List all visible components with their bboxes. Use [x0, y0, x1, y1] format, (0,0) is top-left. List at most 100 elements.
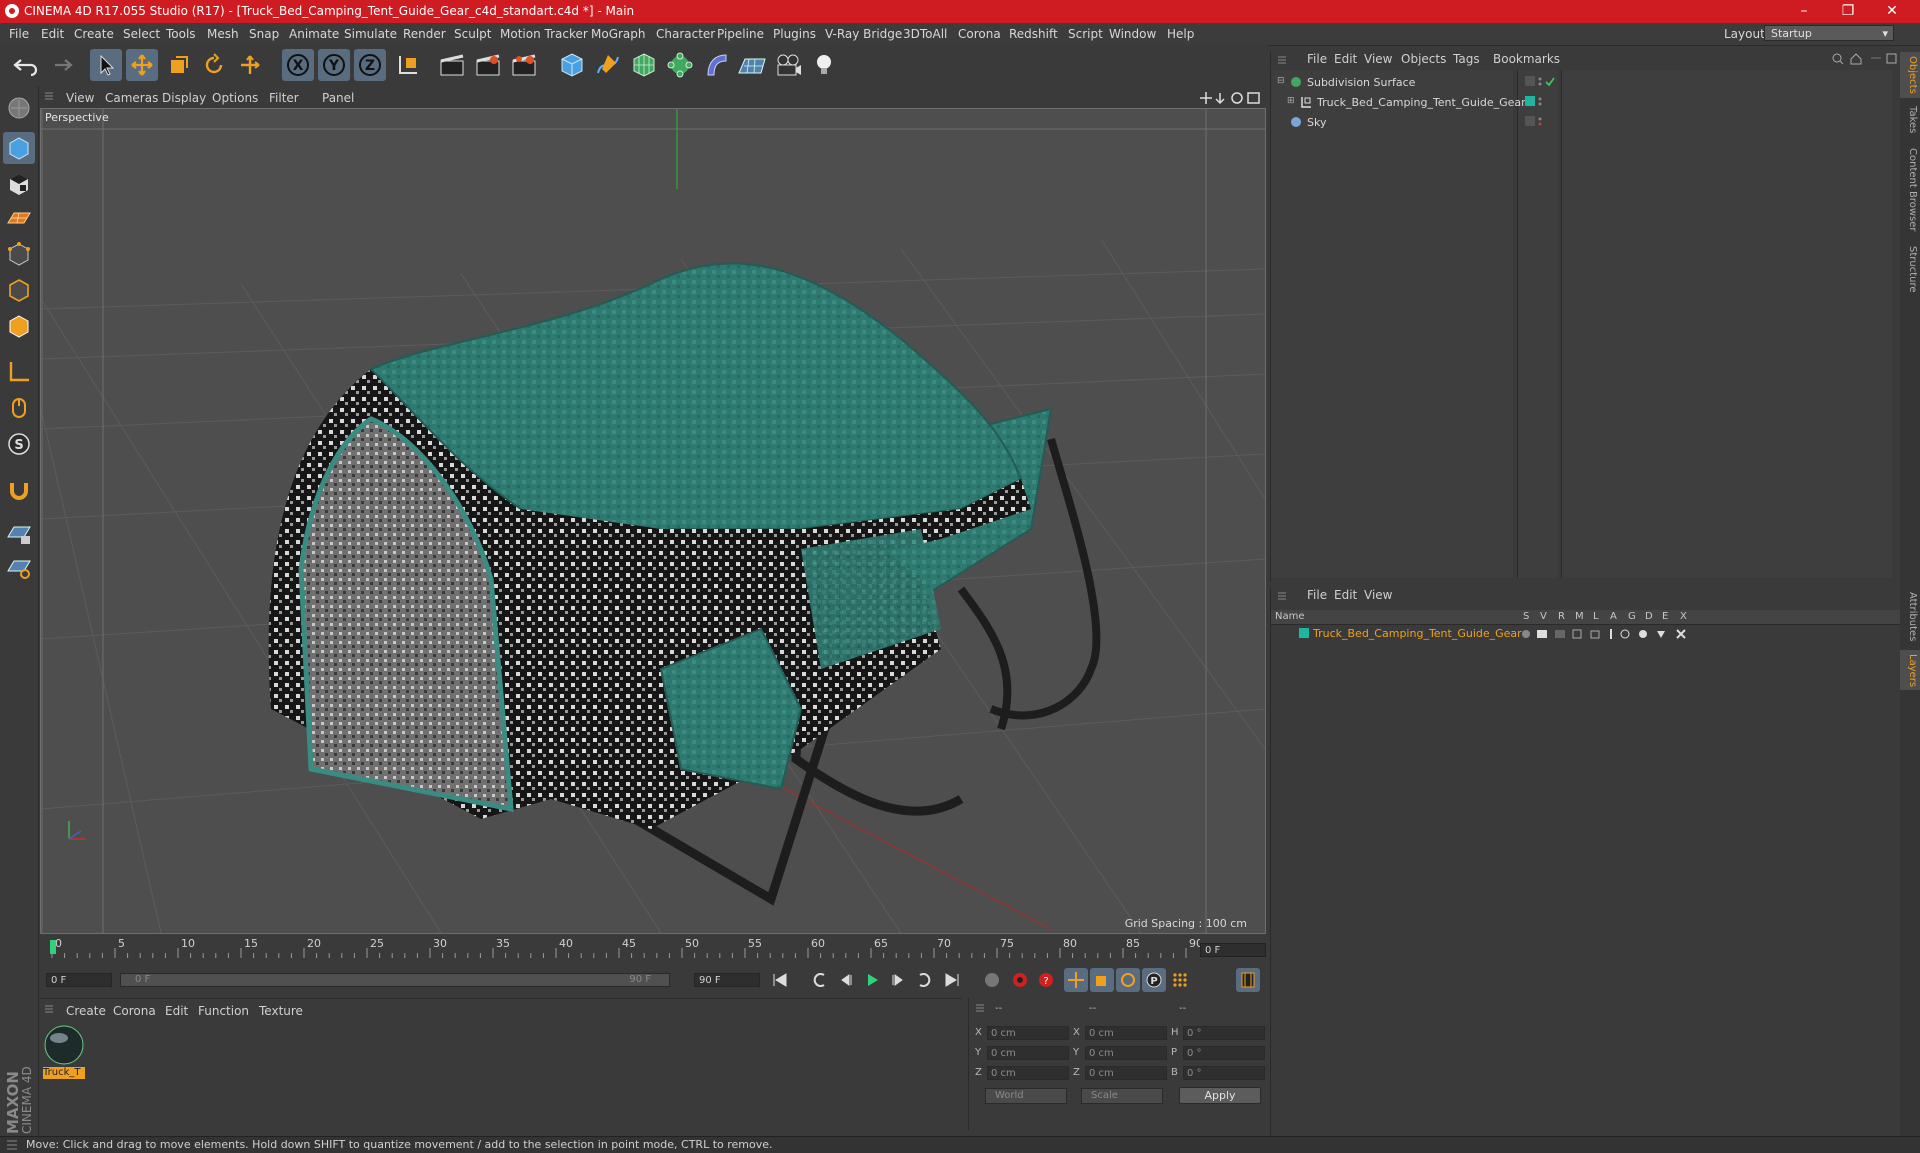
- rotate-tool-button[interactable]: [198, 49, 230, 81]
- cube-object-button[interactable]: [556, 49, 588, 81]
- viewport-menu-filter[interactable]: Filter: [269, 91, 299, 105]
- menu-vray-bridge[interactable]: V-Ray Bridge: [825, 27, 902, 41]
- object-menu-objects[interactable]: Objects: [1401, 52, 1446, 70]
- deformer-button[interactable]: [700, 49, 732, 81]
- rot-h-field[interactable]: 0 °: [1183, 1026, 1265, 1040]
- end-frame-field[interactable]: 90 F: [694, 973, 760, 987]
- menu-script[interactable]: Script: [1068, 27, 1103, 41]
- floor-button[interactable]: [736, 49, 768, 81]
- tab-layers[interactable]: Layers: [1902, 654, 1918, 687]
- menu-window[interactable]: Window: [1109, 27, 1156, 41]
- y-axis-lock-button[interactable]: Y: [318, 49, 350, 81]
- texture-mode-button[interactable]: [3, 168, 35, 200]
- menu-render[interactable]: Render: [403, 27, 446, 41]
- pos-x-field[interactable]: 0 cm: [987, 1026, 1069, 1040]
- snap-button[interactable]: S: [3, 428, 35, 460]
- material-menu-create[interactable]: Create: [66, 1004, 106, 1018]
- menu-tools[interactable]: Tools: [166, 27, 196, 41]
- redo-button[interactable]: [44, 49, 76, 81]
- spline-pen-button[interactable]: [592, 49, 624, 81]
- material-menu-function[interactable]: Function: [198, 1004, 249, 1018]
- menu-motion-tracker[interactable]: Motion Tracker: [500, 27, 588, 41]
- tab-takes[interactable]: Takes: [1902, 106, 1918, 133]
- object-row-subdivision[interactable]: ⊟ Subdivision Surface: [1273, 74, 1787, 92]
- edges-mode-button[interactable]: [3, 274, 35, 306]
- menu-simulate[interactable]: Simulate: [344, 27, 397, 41]
- menu-select[interactable]: Select: [123, 27, 160, 41]
- layer-menu-file[interactable]: File: [1307, 588, 1327, 606]
- render-region-button[interactable]: [472, 49, 504, 81]
- object-menu-file[interactable]: File: [1307, 52, 1327, 70]
- axis-mode-button[interactable]: [3, 356, 35, 388]
- key-scale-button[interactable]: [1090, 968, 1114, 992]
- close-button[interactable]: ✕: [1870, 1, 1914, 21]
- undo-button[interactable]: [10, 49, 42, 81]
- menu-animate[interactable]: Animate: [289, 27, 339, 41]
- object-toolbar-icons[interactable]: [1831, 52, 1899, 66]
- menu-mograph[interactable]: MoGraph: [591, 27, 646, 41]
- key-pla-button[interactable]: [1168, 968, 1192, 992]
- workplane-mode-button[interactable]: [3, 202, 35, 234]
- size-mode-select[interactable]: Scale: [1081, 1088, 1163, 1104]
- camera-button[interactable]: [772, 49, 804, 81]
- menu-file[interactable]: File: [9, 27, 29, 41]
- size-y-field[interactable]: 0 cm: [1085, 1046, 1167, 1060]
- menu-create[interactable]: Create: [74, 27, 114, 41]
- viewport-menu-options[interactable]: Options: [212, 91, 258, 105]
- pos-z-field[interactable]: 0 cm: [987, 1066, 1069, 1080]
- points-mode-button[interactable]: [3, 238, 35, 270]
- layer-menu-view[interactable]: View: [1364, 588, 1392, 606]
- apply-button[interactable]: Apply: [1179, 1087, 1261, 1104]
- polygons-mode-button[interactable]: [3, 310, 35, 342]
- cloner-button[interactable]: [664, 49, 696, 81]
- key-rotation-button[interactable]: [1116, 968, 1140, 992]
- object-row-tent[interactable]: ⊞ Truck_Bed_Camping_Tent_Guide_Gear: [1273, 94, 1787, 112]
- next-key-button[interactable]: [912, 968, 936, 992]
- goto-end-button[interactable]: [940, 968, 964, 992]
- viewport-nav-icons[interactable]: [1200, 91, 1262, 105]
- menu-3dtoall[interactable]: 3DToAll: [903, 27, 947, 41]
- menu-plugins[interactable]: Plugins: [773, 27, 816, 41]
- timeline-ruler[interactable]: 0 5 10 15 20 25 30 35 40 45 50 55 60 65 70 75 80 85 90: [40, 936, 1266, 960]
- menu-pipeline[interactable]: Pipeline: [717, 27, 764, 41]
- key-parameter-button[interactable]: P: [1142, 968, 1166, 992]
- subdivision-surface-button[interactable]: [628, 49, 660, 81]
- light-button[interactable]: [808, 49, 840, 81]
- menu-corona[interactable]: Corona: [958, 27, 1001, 41]
- motion-record-button[interactable]: [980, 968, 1004, 992]
- viewport-camera-label[interactable]: Perspective: [45, 111, 109, 124]
- tweak-mode-button[interactable]: [3, 392, 35, 424]
- render-view-button[interactable]: [436, 49, 468, 81]
- menu-help[interactable]: Help: [1167, 27, 1194, 41]
- object-row-sky[interactable]: Sky: [1273, 114, 1787, 132]
- menu-edit[interactable]: Edit: [41, 27, 64, 41]
- rot-b-field[interactable]: 0 °: [1183, 1066, 1265, 1080]
- size-x-field[interactable]: 0 cm: [1085, 1026, 1167, 1040]
- layer-color-swatch[interactable]: [1299, 628, 1309, 638]
- grid-snap-button[interactable]: [3, 552, 35, 584]
- transform-tool-button[interactable]: [234, 49, 266, 81]
- viewport-menu-panel[interactable]: Panel: [322, 91, 354, 105]
- live-selection-button[interactable]: [90, 49, 122, 81]
- tab-content-browser[interactable]: Content Browser: [1902, 148, 1918, 231]
- material-menu-corona[interactable]: Corona: [113, 1004, 156, 1018]
- magnet-button[interactable]: [3, 474, 35, 506]
- object-menu-view[interactable]: View: [1364, 52, 1392, 70]
- timeline-window-button[interactable]: [1236, 968, 1260, 992]
- frame-range-slider[interactable]: 0 F 90 F: [120, 973, 670, 987]
- record-button[interactable]: [1008, 968, 1032, 992]
- viewport-menu-view[interactable]: View: [66, 91, 94, 105]
- make-editable-button[interactable]: [3, 92, 35, 124]
- start-frame-field[interactable]: 0 F: [46, 973, 112, 987]
- material-swatch[interactable]: Truck_T: [42, 1024, 86, 1080]
- z-axis-lock-button[interactable]: Z: [354, 49, 386, 81]
- menu-snap[interactable]: Snap: [249, 27, 279, 41]
- rot-p-field[interactable]: 0 °: [1183, 1046, 1265, 1060]
- next-frame-button[interactable]: [886, 968, 910, 992]
- play-button[interactable]: [860, 968, 884, 992]
- move-tool-button[interactable]: [126, 49, 158, 81]
- maximize-button[interactable]: ❐: [1826, 1, 1870, 21]
- layer-toggle-icons[interactable]: [1521, 628, 1691, 640]
- layer-menu-edit[interactable]: Edit: [1334, 588, 1357, 606]
- menu-mesh[interactable]: Mesh: [207, 27, 239, 41]
